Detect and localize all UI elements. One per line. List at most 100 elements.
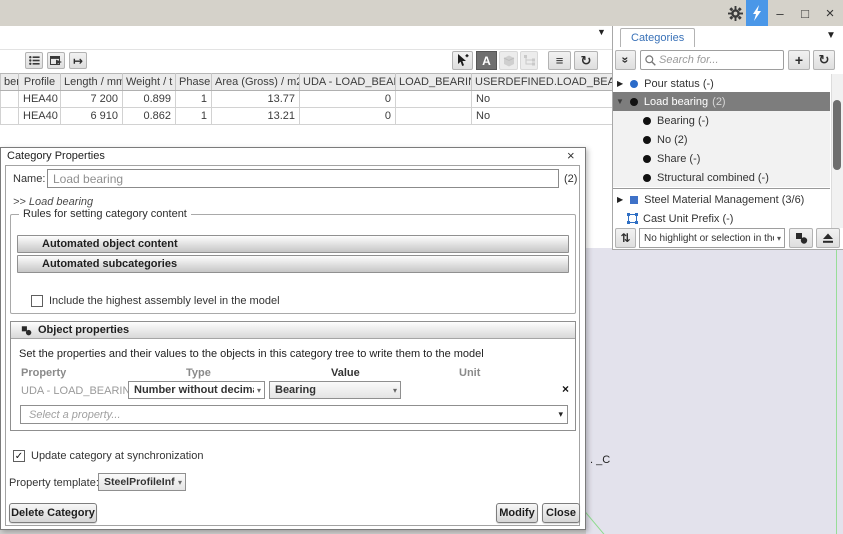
tree-item-label: Cast Unit Prefix (-) <box>643 213 733 225</box>
minimize-button[interactable]: – <box>770 3 790 23</box>
close-window-button[interactable]: × <box>820 3 840 23</box>
sync-selection-button[interactable]: ⇅ <box>615 228 636 248</box>
expand-arrow-icon[interactable]: ▶ <box>617 79 623 88</box>
rules-legend: Rules for setting category content <box>19 208 191 220</box>
tree-item-bearing[interactable]: Bearing (-) <box>613 111 830 130</box>
scrollbar-thumb[interactable] <box>833 100 841 170</box>
column-header[interactable]: Phase <box>176 74 212 91</box>
close-button[interactable]: Close <box>542 503 580 523</box>
object-properties-header[interactable]: Object properties <box>11 322 575 339</box>
tree-item-label: Structural combined (-) <box>657 172 769 184</box>
tree-item-pour-status[interactable]: ▶ Pour status (-) <box>613 74 830 93</box>
property-type-select[interactable]: Number without decimal: ▾ <box>128 381 265 399</box>
hierarchy-button <box>520 51 538 70</box>
name-input[interactable]: Load bearing <box>47 169 559 188</box>
list-view-button[interactable]: ≡ <box>548 51 571 70</box>
dialog-titlebar[interactable]: Category Properties × <box>1 148 585 164</box>
text-mode-button[interactable]: A <box>476 51 497 70</box>
tree-item-structural-combined[interactable]: Structural combined (-) <box>613 168 830 187</box>
expander-automated-subcategories[interactable]: Automated subcategories <box>17 255 569 273</box>
column-menu-arrow-icon[interactable]: ▼ <box>597 27 606 37</box>
select-property-combobox[interactable]: Select a property... ▾ <box>20 405 568 424</box>
select-cursor-button[interactable] <box>452 51 473 70</box>
object-properties-panel: Object properties Set the properties and… <box>10 321 576 431</box>
add-category-button[interactable]: + <box>788 50 810 70</box>
report-list-button[interactable] <box>25 52 43 69</box>
property-template-label: Property template: <box>9 477 99 489</box>
tree-item-label: Steel Material Management (3/6) <box>644 194 804 206</box>
refresh-categories-button[interactable]: ↻ <box>813 50 835 70</box>
update-category-checkbox-row[interactable]: ✓ Update category at synchronization <box>13 450 203 462</box>
open-panel-button[interactable] <box>47 52 65 69</box>
application-window: – □ × ↦ <box>0 0 843 534</box>
expander-automated-object-content[interactable]: Automated object content <box>17 235 569 253</box>
tree-item-load-bearing-selected[interactable]: ▼ Load bearing (2) <box>613 92 830 111</box>
tree-icon <box>524 55 535 66</box>
tree-item-label: Share (-) <box>657 153 700 165</box>
tree-item-cast-unit-prefix[interactable]: Cast Unit Prefix (-) <box>613 209 830 228</box>
expand-arrow-icon[interactable]: ▶ <box>617 195 623 204</box>
cursor-arrow-icon <box>457 54 469 67</box>
combobox-placeholder: Select a property... <box>21 409 558 421</box>
panel-menu-arrow-icon[interactable]: ▼ <box>826 30 836 41</box>
column-header[interactable]: USERDEFINED.LOAD_BEARING <box>472 74 613 91</box>
categories-panel: Categories ▼ » Search for... + ↻ ▶ Pour … <box>612 26 843 250</box>
checkbox-checked[interactable]: ✓ <box>13 450 25 462</box>
object-display-button[interactable] <box>789 228 813 248</box>
maximize-button[interactable]: □ <box>795 3 815 23</box>
remove-property-icon[interactable]: × <box>562 382 569 396</box>
column-header[interactable]: Length / mm <box>61 74 123 91</box>
cell: 0.862 <box>123 108 176 125</box>
checkbox-unchecked[interactable] <box>31 295 43 307</box>
delete-category-button[interactable]: Delete Category <box>9 503 97 523</box>
collapse-arrow-icon[interactable]: ▼ <box>616 97 624 106</box>
model-viewport[interactable]: . _C <box>586 248 843 534</box>
column-header[interactable]: ber <box>1 74 19 91</box>
column-header[interactable]: Weight / t <box>123 74 176 91</box>
eject-button[interactable] <box>816 228 840 248</box>
gear-icon[interactable] <box>725 3 745 23</box>
tab-categories[interactable]: Categories <box>620 28 695 47</box>
lightning-icon <box>751 5 763 21</box>
tree-item-label: Bearing (-) <box>657 115 709 127</box>
category-properties-dialog: Category Properties × Name: Load bearing… <box>0 147 586 530</box>
modify-button[interactable]: Modify <box>496 503 538 523</box>
cell: 1 <box>176 108 212 125</box>
model-object-table: ber Profile Length / mm Weight / t Phase… <box>0 73 613 125</box>
tree-item-share[interactable]: Share (-) <box>613 149 830 168</box>
chevron-down-icon: ▾ <box>254 386 264 395</box>
tekla-app-icon[interactable] <box>746 0 768 26</box>
collapse-all-button[interactable]: » <box>615 50 636 70</box>
cell: 0 <box>300 91 396 108</box>
category-tree: ▶ Pour status (-) ▼ Load bearing (2) Bea… <box>613 74 830 228</box>
column-header[interactable]: LOAD_BEARING <box>396 74 472 91</box>
tree-item-steel-material-management[interactable]: ▶ Steel Material Management (3/6) <box>613 190 830 209</box>
search-input[interactable]: Search for... <box>640 50 784 70</box>
dialog-title: Category Properties <box>7 150 105 162</box>
column-header[interactable]: Area (Gross) / m2 <box>212 74 300 91</box>
property-template-select[interactable]: SteelProfileInfo ▾ <box>98 473 186 491</box>
refresh-table-button[interactable]: ↻ <box>574 51 598 70</box>
cell: No <box>472 108 613 125</box>
chevron-down-icon: ▾ <box>175 478 185 487</box>
table-row[interactable]: HEA40 6 910 0.862 1 13.21 0 No <box>1 108 613 125</box>
tree-scrollbar[interactable] <box>831 74 843 228</box>
column-header[interactable]: UDA - LOAD_BEARING <box>300 74 396 91</box>
table-row[interactable]: HEA40 7 200 0.899 1 13.77 0 No <box>1 91 613 108</box>
panel-arrow-icon <box>50 56 62 65</box>
export-button[interactable]: ↦ <box>69 52 87 69</box>
refresh-icon: ↻ <box>819 52 830 68</box>
include-assembly-checkbox-row[interactable]: Include the highest assembly level in th… <box>31 295 280 307</box>
value-select-value: Bearing <box>270 384 390 396</box>
property-value-select[interactable]: Bearing ▾ <box>269 381 401 399</box>
marquee-icon <box>627 213 638 224</box>
tree-item-no[interactable]: No (2) <box>613 130 830 149</box>
checkbox-label: Include the highest assembly level in th… <box>49 295 280 307</box>
dialog-close-icon[interactable]: × <box>567 148 575 163</box>
blue-bullet-icon <box>630 80 638 88</box>
grid-line-diagonal <box>585 512 605 534</box>
cube-view-button <box>499 51 518 70</box>
double-chevron-icon: » <box>619 57 633 64</box>
column-header[interactable]: Profile <box>19 74 61 91</box>
highlight-mode-dropdown[interactable]: No highlight or selection in the mod ▾ <box>639 228 785 248</box>
